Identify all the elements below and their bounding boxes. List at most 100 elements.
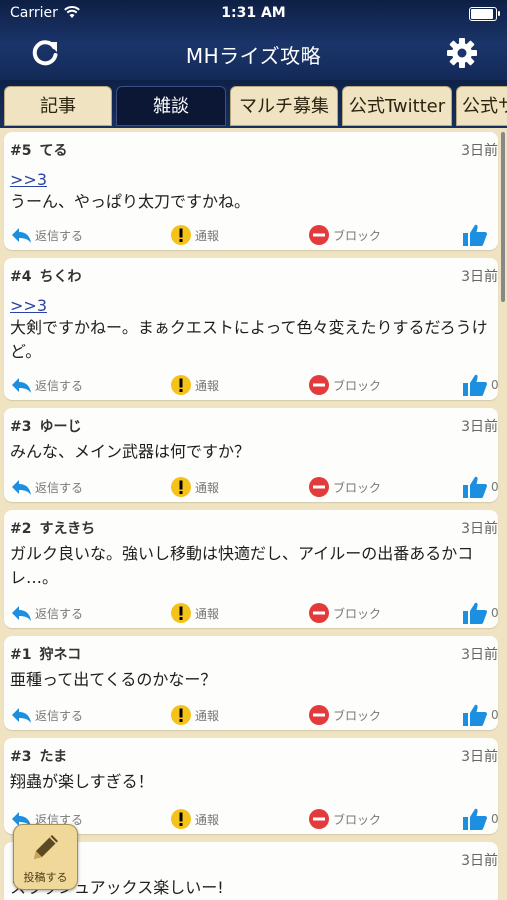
post-author: ちくわ bbox=[39, 269, 82, 285]
thumbs-up-icon bbox=[463, 704, 487, 726]
post-number: #3 bbox=[10, 419, 32, 435]
report-label: 通報 bbox=[195, 378, 220, 393]
block-button[interactable]: ブロック bbox=[308, 806, 381, 832]
block-icon bbox=[309, 705, 329, 725]
post-card: 3日前 スラッシュアックス楽しいー! bbox=[4, 842, 498, 900]
post-author: すえきち bbox=[39, 521, 96, 537]
block-icon bbox=[309, 603, 329, 623]
reply-anchor-link[interactable]: >>3 bbox=[10, 296, 47, 315]
like-button[interactable] bbox=[462, 222, 491, 248]
post-body: スラッシュアックス楽しいー! bbox=[10, 878, 224, 897]
warning-icon bbox=[171, 477, 191, 497]
post-actions: 返信する 通報 ブロック 0 bbox=[4, 372, 499, 398]
like-count: 0 bbox=[491, 606, 499, 620]
nav-bar: MHライズ攻略 bbox=[0, 32, 507, 74]
post-body: みんな、メイン武器は何ですか？ bbox=[10, 442, 251, 461]
post-date: 3日前 bbox=[461, 521, 498, 537]
block-button[interactable]: ブロック bbox=[308, 372, 381, 398]
like-button[interactable]: 0 bbox=[462, 806, 499, 832]
post-card: #3 ゆーじ 3日前 みんな、メイン武器は何ですか？ 返信する 通報 ブロック 0 bbox=[4, 408, 499, 502]
like-button[interactable]: 0 bbox=[462, 372, 499, 398]
report-label: 通報 bbox=[195, 812, 220, 827]
thumbs-up-icon bbox=[463, 602, 487, 624]
tab-multi-recruit[interactable]: マルチ募集 bbox=[230, 86, 338, 126]
block-button[interactable]: ブロック bbox=[308, 600, 381, 626]
compose-post-button[interactable]: 投稿する bbox=[13, 824, 78, 890]
reply-button[interactable]: 返信する bbox=[10, 222, 83, 248]
scrollbar[interactable] bbox=[501, 132, 505, 302]
block-label: ブロック bbox=[333, 228, 382, 243]
post-card: #3 たま 3日前 翔蟲が楽しすぎる！ 返信する 通報 ブロック 0 bbox=[4, 738, 499, 834]
reply-label: 返信する bbox=[35, 378, 84, 393]
post-body: 大剣ですかねー。まぁクエストによって色々変えたりするだろうけど。 bbox=[10, 318, 488, 361]
reply-label: 返信する bbox=[35, 228, 84, 243]
reply-arrow-icon bbox=[12, 480, 31, 495]
status-bar: Carrier 1:31 AM bbox=[0, 0, 507, 28]
post-card: #1 狩ネコ 3日前 亜種って出てくるのかなー？ 返信する 通報 ブロック 0 bbox=[4, 636, 499, 730]
tab-chat[interactable]: 雑談 bbox=[116, 86, 226, 126]
report-button[interactable]: 通報 bbox=[170, 702, 219, 728]
report-button[interactable]: 通報 bbox=[170, 222, 219, 248]
pencil-icon bbox=[34, 835, 58, 859]
post-actions: 返信する 通報 ブロック 0 bbox=[4, 474, 499, 500]
block-label: ブロック bbox=[333, 480, 382, 495]
report-button[interactable]: 通報 bbox=[170, 372, 219, 398]
tab-official-twitter[interactable]: 公式Twitter bbox=[342, 86, 452, 126]
block-button[interactable]: ブロック bbox=[308, 702, 381, 728]
warning-icon bbox=[171, 809, 191, 829]
reply-label: 返信する bbox=[35, 480, 84, 495]
reply-arrow-icon bbox=[12, 606, 31, 621]
report-button[interactable]: 通報 bbox=[170, 806, 219, 832]
compose-post-label: 投稿する bbox=[23, 871, 68, 884]
post-author: ゆーじ bbox=[39, 419, 82, 435]
reply-button[interactable]: 返信する bbox=[10, 474, 83, 500]
post-author: たま bbox=[39, 749, 68, 765]
post-date: 3日前 bbox=[461, 419, 498, 435]
post-date: 3日前 bbox=[461, 749, 498, 765]
warning-icon bbox=[171, 375, 191, 395]
reply-button[interactable]: 返信する bbox=[10, 372, 83, 398]
post-number: #2 bbox=[10, 521, 32, 537]
report-button[interactable]: 通報 bbox=[170, 600, 219, 626]
report-button[interactable]: 通報 bbox=[170, 474, 219, 500]
page-title: MHライズ攻略 bbox=[185, 44, 322, 68]
post-card: #5 てる 3日前 >>3 うーん、やっぱり太刀ですかね。 返信する 通報 ブロッ… bbox=[4, 132, 498, 250]
block-icon bbox=[309, 477, 329, 497]
post-date: 3日前 bbox=[461, 853, 498, 869]
thumbs-up-icon bbox=[463, 374, 487, 396]
block-label: ブロック bbox=[333, 812, 382, 827]
post-actions: 返信する 通報 ブロック 0 bbox=[4, 806, 499, 832]
report-label: 通報 bbox=[195, 606, 220, 621]
thumbs-up-icon bbox=[463, 224, 487, 246]
like-count: 0 bbox=[491, 812, 499, 826]
reply-button[interactable]: 返信する bbox=[10, 600, 83, 626]
report-label: 通報 bbox=[195, 228, 220, 243]
reply-arrow-icon bbox=[12, 228, 31, 243]
block-button[interactable]: ブロック bbox=[308, 474, 381, 500]
reply-anchor-link[interactable]: >>3 bbox=[10, 170, 47, 189]
post-author: てる bbox=[39, 143, 68, 159]
like-count: 0 bbox=[491, 708, 499, 722]
post-date: 3日前 bbox=[461, 269, 498, 285]
warning-icon bbox=[171, 225, 191, 245]
post-list: #5 てる 3日前 >>3 うーん、やっぱり太刀ですかね。 返信する 通報 ブロッ… bbox=[0, 128, 507, 900]
tab-official-site[interactable]: 公式サ bbox=[456, 86, 507, 126]
thumbs-up-icon bbox=[463, 476, 487, 498]
post-card: #4 ちくわ 3日前 >>3 大剣ですかねー。まぁクエストによって色々変えたりする… bbox=[4, 258, 499, 400]
like-button[interactable]: 0 bbox=[462, 600, 499, 626]
tab-articles[interactable]: 記事 bbox=[4, 86, 112, 126]
like-count: 0 bbox=[491, 378, 499, 392]
post-number: #1 bbox=[10, 647, 32, 663]
block-label: ブロック bbox=[333, 708, 382, 723]
block-icon bbox=[309, 375, 329, 395]
post-card: #2 すえきち 3日前 ガルク良いな。強いし移動は快適だし、アイルーの出番あるかコ… bbox=[4, 510, 499, 628]
gear-icon[interactable] bbox=[445, 36, 479, 70]
post-author: 狩ネコ bbox=[39, 647, 82, 663]
post-body: 翔蟲が楽しすぎる！ bbox=[10, 772, 154, 791]
like-button[interactable]: 0 bbox=[462, 702, 499, 728]
thumbs-up-icon bbox=[463, 808, 487, 830]
reply-arrow-icon bbox=[12, 708, 31, 723]
like-button[interactable]: 0 bbox=[462, 474, 499, 500]
reply-button[interactable]: 返信する bbox=[10, 702, 83, 728]
block-button[interactable]: ブロック bbox=[308, 222, 381, 248]
